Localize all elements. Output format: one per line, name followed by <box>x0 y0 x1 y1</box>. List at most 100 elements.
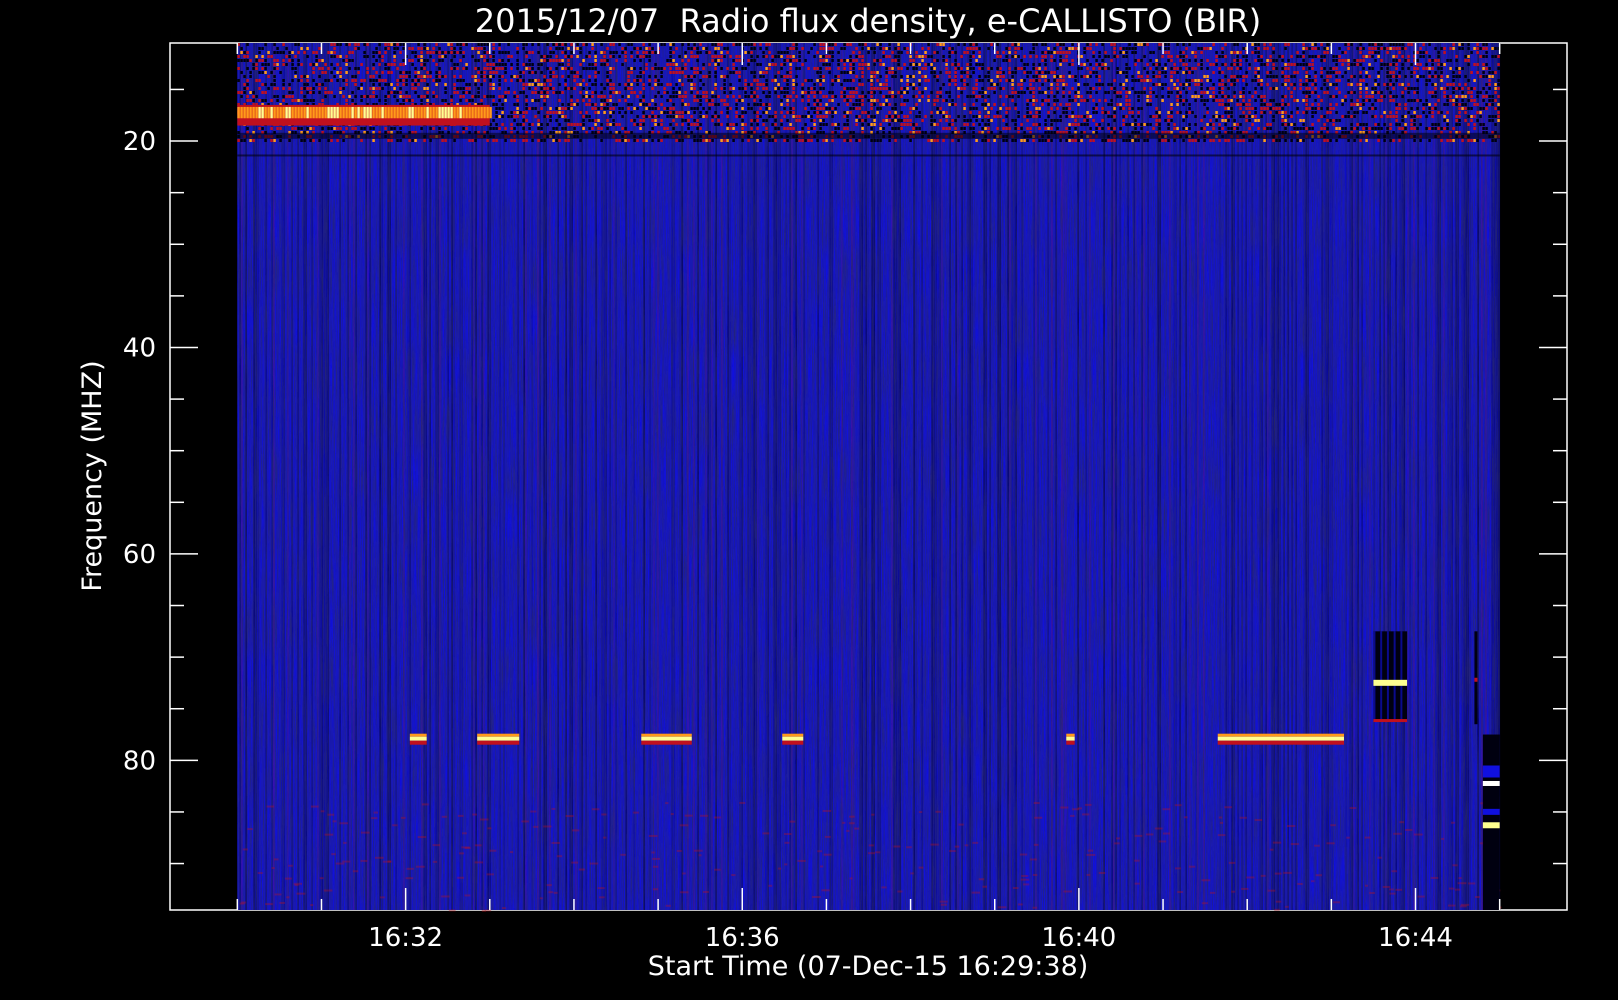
emission-cell <box>573 71 576 74</box>
emission-cell <box>561 75 564 78</box>
emission-cell <box>588 67 591 70</box>
emission-cell <box>309 139 312 142</box>
emission-cell <box>735 111 738 114</box>
emission-cell <box>1158 43 1161 46</box>
emission-cell <box>933 51 936 54</box>
emission-cell <box>471 95 474 98</box>
emission-cell <box>408 139 411 142</box>
emission-cell <box>1212 43 1215 46</box>
emission-cell <box>402 43 405 46</box>
emission-cell <box>285 47 288 50</box>
emission-cell <box>564 115 567 118</box>
emission-cell <box>270 83 273 86</box>
emission-cell <box>879 103 882 106</box>
emission-cell <box>894 59 897 62</box>
emission-cell <box>1110 83 1113 86</box>
emission-cell <box>801 99 804 102</box>
emission-cell <box>744 95 747 98</box>
emission-cell <box>1221 99 1224 102</box>
emission-cell <box>807 127 810 130</box>
emission-cell <box>504 99 507 102</box>
emission-cell <box>483 51 486 54</box>
emission-cell <box>672 95 675 98</box>
emission-cell <box>540 83 543 86</box>
emission-cell <box>1158 83 1161 86</box>
emission-cell <box>1185 115 1188 118</box>
emission-cell <box>897 47 900 50</box>
emission-cell <box>246 51 249 54</box>
emission-cell <box>249 99 252 102</box>
emission-cell <box>756 127 759 130</box>
emission-cell <box>360 99 363 102</box>
emission-cell <box>822 87 825 90</box>
emission-cell <box>702 139 705 142</box>
emission-cell <box>1119 71 1122 74</box>
emission-cell <box>1059 79 1062 82</box>
emission-cell <box>1089 47 1092 50</box>
emission-cell <box>1356 59 1359 62</box>
emission-cell <box>882 127 885 130</box>
emission-cell <box>600 59 603 62</box>
emission-cell <box>837 79 840 82</box>
emission-cell <box>702 95 705 98</box>
emission-cell <box>324 95 327 98</box>
emission-cell <box>1068 115 1071 118</box>
emission-cell <box>525 103 528 106</box>
emission-cell <box>579 139 582 142</box>
emission-cell <box>861 55 864 58</box>
emission-cell <box>657 79 660 82</box>
emission-cell <box>936 51 939 54</box>
emission-cell <box>1059 75 1062 78</box>
emission-cell <box>822 59 825 62</box>
emission-cell <box>636 55 639 58</box>
speckle <box>271 867 275 870</box>
emission-cell <box>663 91 666 94</box>
speckle <box>1364 884 1369 887</box>
emission-cell <box>462 43 465 46</box>
emission-cell <box>243 87 246 90</box>
speckle <box>392 824 398 827</box>
emission-cell <box>1191 51 1194 54</box>
emission-cell <box>276 95 279 98</box>
emission-cell <box>516 75 519 78</box>
emission-cell <box>606 127 609 130</box>
speckle <box>652 857 660 860</box>
emission-cell <box>408 59 411 62</box>
emission-cell <box>894 111 897 114</box>
emission-cell <box>753 47 756 50</box>
emission-cell <box>516 115 519 118</box>
emission-cell <box>1314 43 1317 46</box>
emission-cell <box>1362 47 1365 50</box>
emission-cell <box>480 83 483 86</box>
emission-cell <box>501 67 504 70</box>
emission-cell <box>1323 83 1326 86</box>
emission-cell <box>411 87 414 90</box>
emission-cell <box>1170 59 1173 62</box>
emission-cell <box>672 103 675 106</box>
emission-cell <box>1107 139 1110 142</box>
emission-cell <box>843 63 846 66</box>
emission-cell <box>603 103 606 106</box>
emission-cell <box>570 99 573 102</box>
emission-cell <box>594 107 597 110</box>
emission-cell <box>531 67 534 70</box>
emission-cell <box>993 139 996 142</box>
emission-cell <box>462 95 465 98</box>
emission-cell <box>711 95 714 98</box>
speckle <box>930 843 939 846</box>
emission-cell <box>1263 95 1266 98</box>
emission-cell <box>618 55 621 58</box>
emission-cell <box>987 123 990 126</box>
emission-cell <box>456 51 459 54</box>
emission-cell <box>501 59 504 62</box>
emission-cell <box>582 43 585 46</box>
emission-cell <box>1347 115 1350 118</box>
emission-cell <box>804 123 807 126</box>
emission-cell <box>924 63 927 66</box>
emission-cell <box>1314 47 1317 50</box>
emission-cell <box>660 43 663 46</box>
emission-cell <box>252 95 255 98</box>
emission-cell <box>1140 127 1143 130</box>
emission-cell <box>504 51 507 54</box>
emission-cell <box>675 83 678 86</box>
